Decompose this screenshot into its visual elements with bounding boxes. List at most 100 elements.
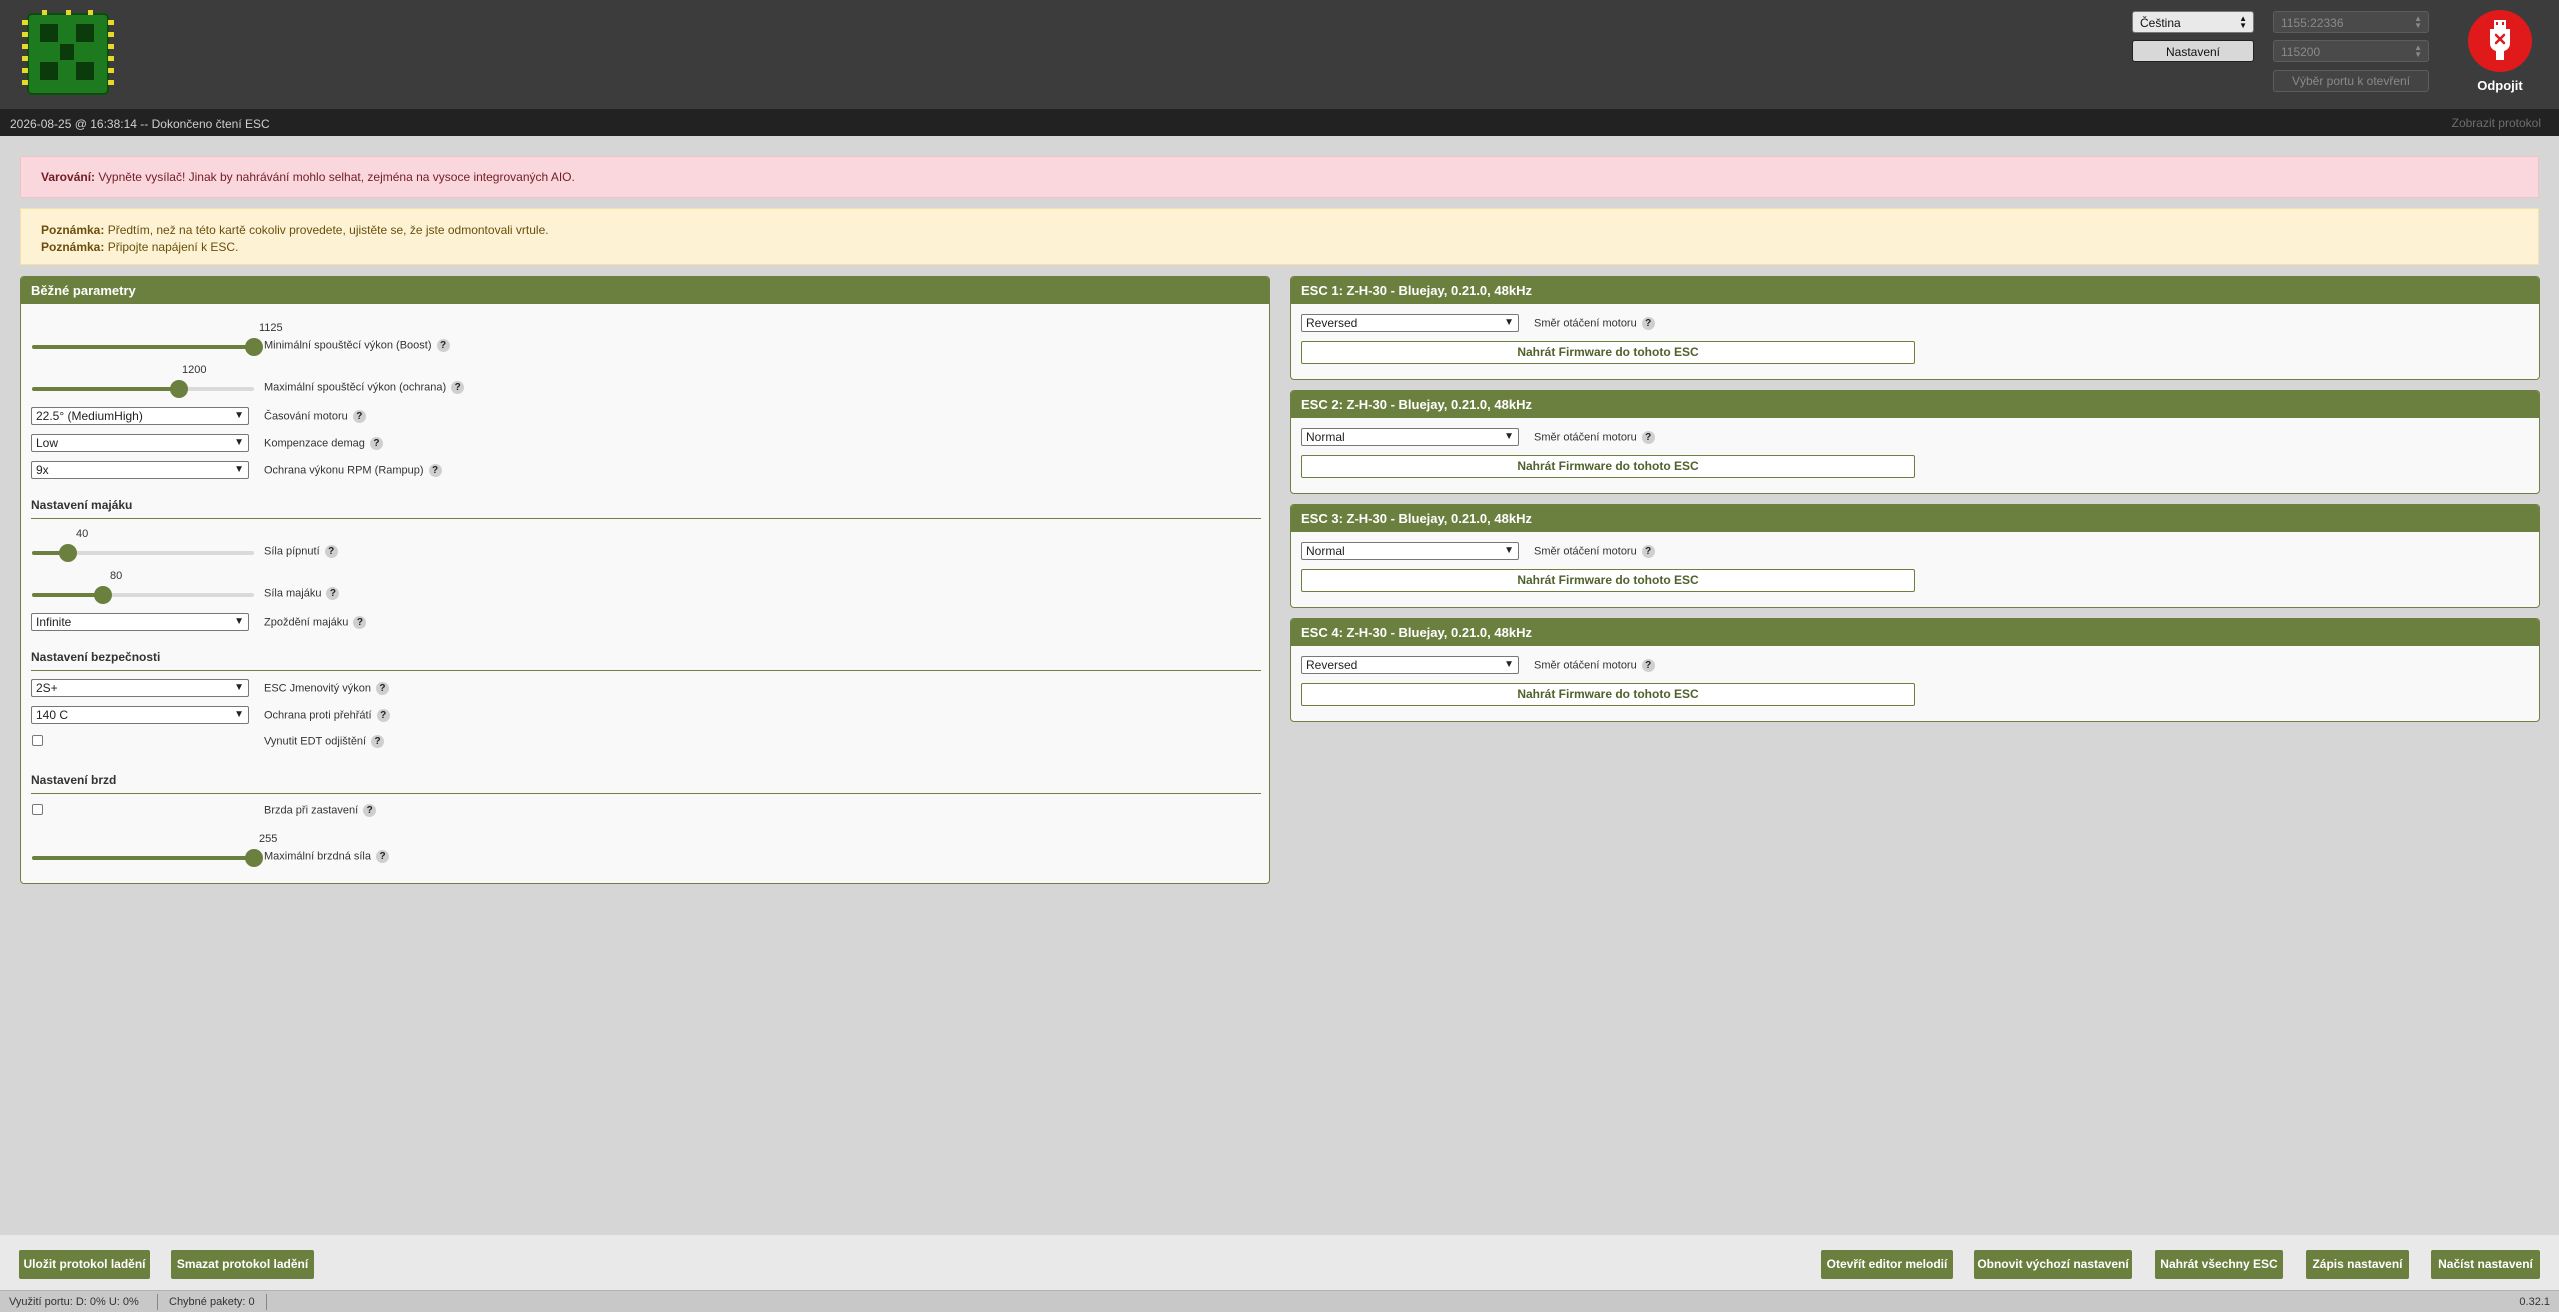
label-text: Časování motoru	[264, 410, 348, 423]
chevron-down-icon: ▼	[234, 616, 244, 627]
flash-esc-button[interactable]: Nahrát Firmware do tohoto ESC	[1301, 569, 1915, 592]
chevron-down-icon: ▼	[234, 709, 244, 720]
help-icon[interactable]: ?	[363, 804, 377, 817]
write-settings-button[interactable]: Zápis nastavení	[2306, 1250, 2409, 1279]
motor-direction-select[interactable]: Reversed ▼	[1301, 314, 1519, 332]
help-icon[interactable]: ?	[371, 735, 385, 748]
force-edt-checkbox[interactable]	[32, 735, 43, 746]
max-brake-slider[interactable]	[32, 849, 263, 867]
beep-strength-value: 40	[76, 528, 89, 540]
flash-esc-button[interactable]: Nahrát Firmware do tohoto ESC	[1301, 341, 1915, 364]
usb-disconnect-icon	[2490, 20, 2510, 60]
rampup-label: Ochrana výkonu RPM (Rampup)?	[264, 464, 442, 477]
info-note: Poznámka: Předtím, než na této kartě cok…	[20, 208, 2539, 265]
max-brake-value: 255	[259, 833, 278, 845]
panel-title: Běžné parametry	[21, 277, 1269, 304]
slider-thumb[interactable]	[245, 849, 263, 867]
settings-button[interactable]: Nastavení	[2132, 40, 2254, 62]
min-startup-value: 1125	[259, 322, 283, 334]
help-icon[interactable]: ?	[376, 709, 390, 722]
force-edt-label: Vynutit EDT odjištění?	[264, 735, 385, 748]
help-icon[interactable]: ?	[1641, 545, 1655, 558]
max-startup-slider[interactable]	[32, 380, 254, 398]
save-debug-log-button[interactable]: Uložit protokol ladění	[19, 1250, 150, 1279]
disconnect-button[interactable]	[2468, 10, 2532, 72]
log-message: 2026-08-25 @ 16:38:14 -- Dokončeno čtení…	[10, 117, 270, 131]
melody-editor-button[interactable]: Otevřít editor melodií	[1821, 1250, 1953, 1279]
divider	[266, 1294, 267, 1310]
demag-label: Kompenzace demag?	[264, 437, 383, 450]
flash-esc-button[interactable]: Nahrát Firmware do tohoto ESC	[1301, 455, 1915, 478]
brake-on-stop-checkbox[interactable]	[32, 804, 43, 815]
esc-title: ESC 1: Z-H-30 - Bluejay, 0.21.0, 48kHz	[1291, 277, 2539, 304]
rampup-select[interactable]: 9x ▼	[31, 461, 249, 479]
flash-esc-button[interactable]: Nahrát Firmware do tohoto ESC	[1301, 683, 1915, 706]
label-text: Směr otáčení motoru	[1534, 431, 1637, 444]
help-icon[interactable]: ?	[1641, 431, 1655, 444]
select-updown-icon: ▲ ▼	[2239, 14, 2247, 30]
help-icon[interactable]: ?	[428, 464, 442, 477]
port-select[interactable]: 1155:22336 ▲ ▼	[2273, 11, 2429, 33]
help-icon[interactable]: ?	[324, 545, 338, 558]
slider-fill	[32, 593, 104, 597]
help-icon[interactable]: ?	[352, 410, 366, 423]
clear-debug-log-button[interactable]: Smazat protokol ladění	[171, 1250, 314, 1279]
select-value: 22.5° (MediumHigh)	[36, 409, 143, 423]
esc-title: ESC 3: Z-H-30 - Bluejay, 0.21.0, 48kHz	[1291, 505, 2539, 532]
label-text: Brzda při zastavení	[264, 804, 359, 817]
beacon-delay-select[interactable]: Infinite ▼	[31, 613, 249, 631]
show-log-link[interactable]: Zobrazit protokol	[2452, 116, 2541, 130]
help-icon[interactable]: ?	[451, 381, 465, 394]
label-text: Maximální spouštěcí výkon (ochrana)	[264, 381, 447, 394]
note-prefix: Poznámka:	[41, 240, 105, 254]
select-value: 2S+	[36, 681, 58, 695]
motor-direction-label: Směr otáčení motoru?	[1534, 317, 1655, 330]
language-select[interactable]: Čeština ▲ ▼	[2132, 11, 2254, 33]
help-icon[interactable]: ?	[326, 587, 340, 600]
temp-protection-select[interactable]: 140 C ▼	[31, 706, 249, 724]
min-startup-slider[interactable]	[32, 338, 263, 356]
warning-prefix: Varování:	[41, 170, 96, 184]
packet-errors: Chybné pakety: 0	[169, 1296, 255, 1308]
slider-thumb[interactable]	[94, 586, 113, 604]
chevron-down-icon: ▼	[1504, 317, 1514, 328]
help-icon[interactable]: ?	[353, 616, 367, 629]
slider-thumb[interactable]	[169, 380, 188, 398]
help-icon[interactable]: ?	[436, 339, 450, 352]
label-text: Směr otáčení motoru	[1534, 317, 1637, 330]
label-text: Maximální brzdná síla	[264, 850, 371, 863]
motor-timing-select[interactable]: 22.5° (MediumHigh) ▼	[31, 407, 249, 425]
motor-timing-label: Časování motoru?	[264, 410, 366, 423]
motor-direction-select[interactable]: Normal ▼	[1301, 428, 1519, 446]
port-pick-button[interactable]: Výběr portu k otevření	[2273, 70, 2429, 92]
label-text: ESC Jmenovitý výkon	[264, 682, 371, 695]
divider	[31, 793, 1261, 794]
baud-select[interactable]: 115200 ▲ ▼	[2273, 40, 2429, 62]
esc-configurator-logo	[22, 10, 114, 95]
bottom-toolbar: Uložit protokol ladění Smazat protokol l…	[0, 1235, 2559, 1290]
divider	[31, 670, 1261, 671]
help-icon[interactable]: ?	[369, 437, 383, 450]
esc-title: ESC 2: Z-H-30 - Bluejay, 0.21.0, 48kHz	[1291, 391, 2539, 418]
common-parameters-panel: Běžné parametry 1125 Minimální spouštěcí…	[20, 276, 1270, 884]
flash-all-button[interactable]: Nahrát všechny ESC	[2155, 1250, 2283, 1279]
motor-direction-select[interactable]: Reversed ▼	[1301, 656, 1519, 674]
divider	[157, 1294, 158, 1310]
help-icon[interactable]: ?	[1641, 659, 1655, 672]
read-settings-button[interactable]: Načíst nastavení	[2431, 1250, 2540, 1279]
restore-defaults-button[interactable]: Obnovit výchozí nastavení	[1974, 1250, 2132, 1279]
slider-thumb[interactable]	[245, 338, 263, 356]
beacon-strength-slider[interactable]	[32, 586, 254, 604]
help-icon[interactable]: ?	[1641, 317, 1655, 330]
help-icon[interactable]: ?	[376, 850, 389, 863]
motor-direction-select[interactable]: Normal ▼	[1301, 542, 1519, 560]
select-value: 9x	[36, 463, 49, 477]
esc-rating-select[interactable]: 2S+ ▼	[31, 679, 249, 697]
slider-thumb[interactable]	[58, 544, 77, 562]
note-power-text: Připojte napájení k ESC.	[104, 240, 239, 254]
slider-fill	[32, 387, 179, 391]
help-icon[interactable]: ?	[375, 682, 389, 695]
disconnect-label: Odpojit	[2477, 78, 2523, 93]
demag-select[interactable]: Low ▼	[31, 434, 249, 452]
beep-strength-slider[interactable]	[32, 544, 254, 562]
